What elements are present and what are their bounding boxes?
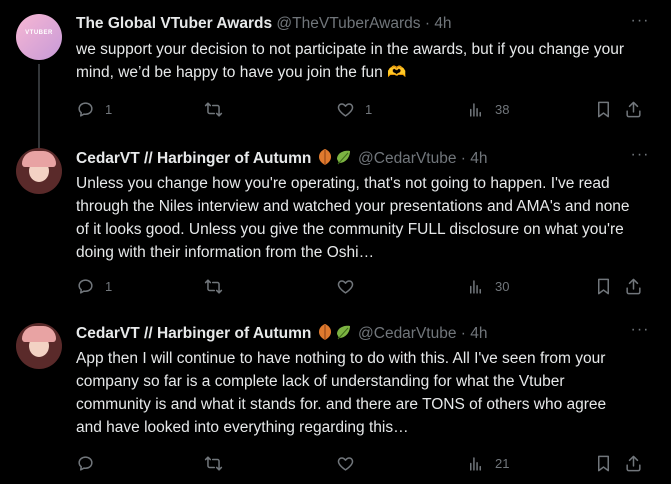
author-name[interactable]: The Global VTuber Awards bbox=[76, 15, 272, 32]
views-button[interactable]: 21 bbox=[466, 452, 509, 474]
tweet-header: CedarVT // Harbinger of Autumn @CedarVtu… bbox=[76, 148, 488, 168]
share-upload-icon bbox=[626, 101, 641, 117]
ellipsis-icon: ··· bbox=[630, 146, 650, 163]
avatar[interactable] bbox=[16, 148, 62, 194]
ellipsis-icon: ··· bbox=[630, 12, 650, 29]
avatar-logo-text: VTUBER bbox=[25, 30, 53, 36]
bookmark-icon bbox=[597, 455, 610, 471]
share-upload-icon bbox=[626, 455, 641, 471]
like-button[interactable] bbox=[336, 452, 365, 474]
avatar-hair bbox=[22, 326, 56, 342]
view-count: 21 bbox=[495, 455, 510, 471]
repost-arrows-icon bbox=[204, 101, 223, 117]
author-name[interactable]: CedarVT // Harbinger of Autumn bbox=[76, 150, 311, 167]
share-button[interactable] bbox=[624, 98, 643, 120]
bookmark-button[interactable] bbox=[594, 452, 613, 474]
author-handle[interactable]: @TheVTuberAwards bbox=[276, 15, 420, 32]
separator: · bbox=[424, 15, 430, 32]
repost-button[interactable] bbox=[204, 275, 233, 297]
reply-button[interactable]: 1 bbox=[76, 98, 112, 120]
avatar[interactable]: VTUBER bbox=[16, 14, 62, 60]
reply-count: 1 bbox=[105, 101, 113, 117]
tweet-1[interactable]: VTUBER The Global VTuber Awards @TheVTub… bbox=[0, 12, 671, 150]
more-options-button[interactable]: ··· bbox=[629, 321, 651, 343]
share-upload-icon bbox=[626, 278, 641, 294]
reply-button[interactable]: 1 bbox=[76, 275, 112, 297]
author-name[interactable]: CedarVT // Harbinger of Autumn bbox=[76, 325, 311, 342]
tweet-text: Unless you change how you're operating, … bbox=[76, 175, 630, 261]
tweet-header: The Global VTuber Awards @TheVTuberAward… bbox=[76, 14, 452, 34]
repost-arrows-icon bbox=[204, 455, 223, 471]
bookmark-button[interactable] bbox=[594, 98, 613, 120]
separator: · bbox=[460, 150, 466, 167]
ellipsis-icon: ··· bbox=[630, 321, 650, 338]
autumn-leaf-emoji bbox=[316, 323, 354, 347]
thread-line bbox=[38, 64, 40, 150]
action-bar: 1 30 bbox=[76, 275, 641, 297]
separator: · bbox=[460, 325, 466, 342]
tweet-text: App then I will continue to have nothing… bbox=[76, 350, 607, 436]
bar-chart-icon bbox=[469, 456, 482, 471]
view-count: 38 bbox=[495, 101, 510, 117]
repost-button[interactable] bbox=[204, 98, 233, 120]
heart-icon bbox=[337, 279, 354, 294]
speech-bubble-icon bbox=[78, 101, 93, 117]
avatar[interactable] bbox=[16, 323, 62, 369]
like-button[interactable]: 1 bbox=[336, 98, 372, 120]
reply-count: 1 bbox=[105, 278, 113, 294]
avatar-hair bbox=[22, 151, 56, 167]
bar-chart-icon bbox=[469, 102, 482, 117]
heart-icon bbox=[337, 102, 354, 117]
heart-icon bbox=[337, 456, 354, 471]
like-button[interactable] bbox=[336, 275, 365, 297]
speech-bubble-icon bbox=[78, 278, 93, 294]
action-bar: 1 1 38 bbox=[76, 98, 641, 120]
share-button[interactable] bbox=[624, 275, 643, 297]
view-count: 30 bbox=[495, 278, 510, 294]
like-count: 1 bbox=[365, 101, 373, 117]
tweet-3[interactable]: CedarVT // Harbinger of Autumn @CedarVtu… bbox=[0, 321, 671, 483]
bar-chart-icon bbox=[469, 279, 482, 294]
timestamp[interactable]: 4h bbox=[470, 325, 487, 342]
speech-bubble-icon bbox=[78, 455, 93, 471]
tweet-header: CedarVT // Harbinger of Autumn @CedarVtu… bbox=[76, 323, 488, 343]
bookmark-button[interactable] bbox=[594, 275, 613, 297]
more-options-button[interactable]: ··· bbox=[629, 12, 651, 34]
autumn-leaf-emoji bbox=[316, 148, 354, 172]
repost-arrows-icon bbox=[204, 278, 223, 294]
timestamp[interactable]: 4h bbox=[470, 150, 487, 167]
views-button[interactable]: 30 bbox=[466, 275, 509, 297]
bookmark-icon bbox=[597, 101, 610, 117]
tweet-2[interactable]: CedarVT // Harbinger of Autumn @CedarVtu… bbox=[0, 146, 671, 308]
action-bar: 21 bbox=[76, 452, 641, 474]
author-handle[interactable]: @CedarVtube bbox=[358, 150, 456, 167]
timestamp[interactable]: 4h bbox=[434, 15, 451, 32]
reply-button[interactable] bbox=[76, 452, 105, 474]
more-options-button[interactable]: ··· bbox=[629, 146, 651, 168]
views-button[interactable]: 38 bbox=[466, 98, 509, 120]
bookmark-icon bbox=[597, 278, 610, 294]
share-button[interactable] bbox=[624, 452, 643, 474]
author-handle[interactable]: @CedarVtube bbox=[358, 325, 456, 342]
tweet-text: we support your decision to not particip… bbox=[76, 41, 624, 81]
repost-button[interactable] bbox=[204, 452, 233, 474]
